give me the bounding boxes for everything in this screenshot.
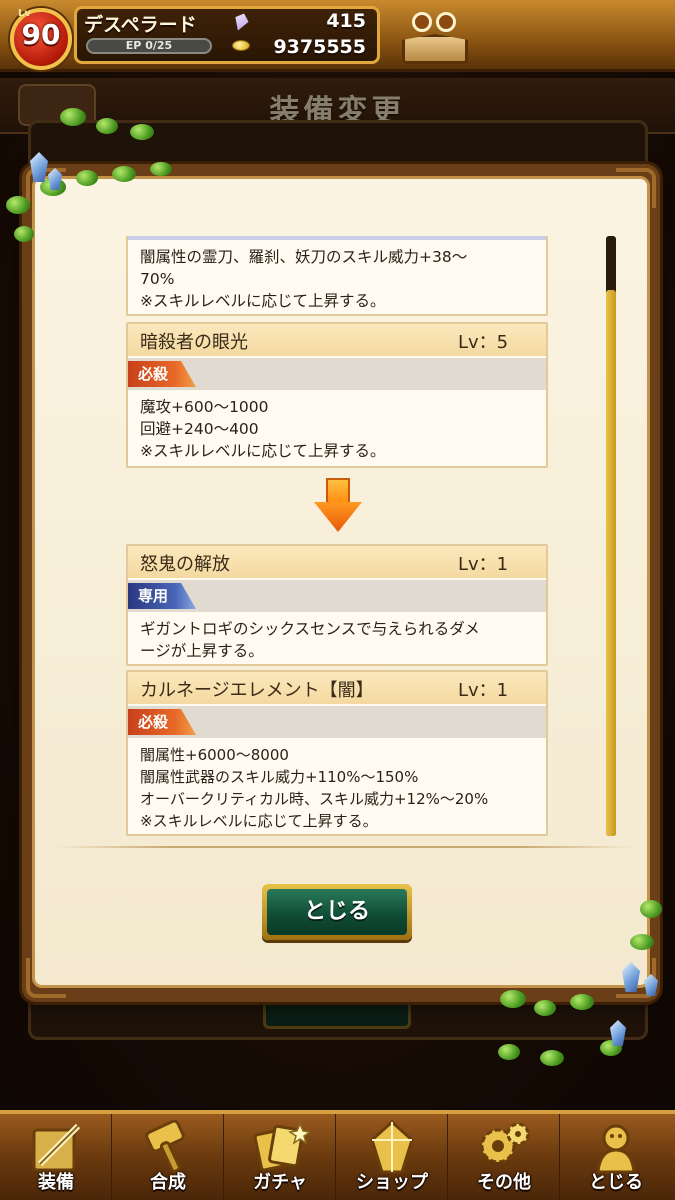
description-line: 闇属性+6000～8000	[140, 746, 289, 764]
nav-label: その他	[477, 1172, 531, 1193]
nav-label: 装備	[38, 1172, 74, 1193]
skill-description: 闇属性の霊刀、羅刹、妖刀のスキル威力+38～ 70% ※スキルレベルに応じて上昇…	[140, 246, 544, 312]
skill-card-header: カルネージエレメント【闇】 Lv：1	[128, 672, 546, 704]
friend-icon	[412, 12, 432, 32]
skill-description: ギガントロギのシックスセンスで与えられるダメ ージが上昇する。	[140, 618, 544, 662]
skill-name: 暗殺者の眼光	[140, 332, 248, 353]
level-value: 90	[21, 18, 61, 51]
card-top-strip	[128, 236, 546, 240]
book-icon	[402, 34, 468, 64]
skill-description: 闇属性+6000～8000 闇属性武器のスキル威力+110%～150% オーバー…	[140, 744, 544, 832]
nav-other[interactable]: その他	[448, 1114, 560, 1200]
nav-gacha[interactable]: ガチャ	[224, 1114, 336, 1200]
friend-icon	[436, 12, 456, 32]
divider	[56, 846, 634, 848]
skill-description: 魔攻+600～1000 回避+240～400 ※スキルレベルに応じて上昇する。	[140, 396, 544, 462]
description-line: ギガントロギのシックスセンスで与えられるダメ	[140, 620, 480, 638]
friends-button[interactable]	[400, 8, 470, 66]
gems-value: 415	[326, 10, 366, 32]
close-button-face: とじる	[267, 889, 407, 935]
description-line: 魔攻+600～1000	[140, 398, 269, 416]
skill-name: カルネージエレメント【闇】	[140, 680, 374, 701]
description-line: 闇属性の霊刀、羅刹、妖刀のスキル威力+38～	[140, 248, 468, 266]
nav-label: とじる	[589, 1172, 643, 1193]
skill-card: 暗殺者の眼光 Lv：5 必殺 魔攻+600～1000 回避+240～400 ※ス…	[126, 322, 548, 468]
description-line: 70%	[140, 270, 175, 288]
description-line: 闇属性武器のスキル威力+110%～150%	[140, 768, 419, 786]
skill-type-tag: 必殺	[128, 709, 196, 735]
skill-level: Lv：5	[458, 332, 509, 353]
description-line: ージが上昇する。	[140, 642, 264, 660]
description-line: 回避+240～400	[140, 420, 259, 438]
skill-level: Lv：1	[458, 680, 509, 701]
skill-card-header: 暗殺者の眼光 Lv：5	[128, 324, 546, 356]
scrollbar-thumb[interactable]	[606, 290, 616, 836]
skill-level: Lv：1	[458, 554, 509, 575]
gold-value: 9375555	[273, 36, 366, 58]
nav-label: ショップ	[356, 1172, 428, 1193]
nav-equipment[interactable]: 装備	[0, 1114, 112, 1200]
close-button-label: とじる	[303, 899, 370, 924]
frame-corner-ornament	[616, 168, 656, 208]
nav-label: 合成	[150, 1172, 186, 1193]
skill-card-header: 怒鬼の解放 Lv：1	[128, 546, 546, 578]
nav-label: ガチャ	[253, 1172, 307, 1193]
frame-corner-ornament	[26, 958, 66, 998]
description-line: ※スキルレベルに応じて上昇する。	[140, 292, 386, 310]
arrow-down-icon	[314, 478, 362, 532]
nav-shop[interactable]: ショップ	[336, 1114, 448, 1200]
description-line: オーバークリティカル時、スキル威力+12%～20%	[140, 790, 489, 808]
skill-tag-row: 必殺	[128, 706, 546, 738]
skill-card: 闇属性の霊刀、羅刹、妖刀のスキル威力+38～ 70% ※スキルレベルに応じて上昇…	[126, 236, 548, 316]
nav-synthesis[interactable]: 合成	[112, 1114, 224, 1200]
nav-close[interactable]: とじる	[560, 1114, 675, 1200]
description-line: ※スキルレベルに応じて上昇する。	[140, 442, 386, 460]
skill-tag-row: 専用	[128, 580, 546, 612]
skill-type-tag: 必殺	[128, 361, 196, 387]
skill-card: カルネージエレメント【闇】 Lv：1 必殺 闇属性+6000～8000 闇属性武…	[126, 670, 548, 836]
coin-icon	[232, 40, 250, 51]
skill-tag-row: 必殺	[128, 358, 546, 390]
skill-list[interactable]: 闇属性の霊刀、羅刹、妖刀のスキル威力+38～ 70% ※スキルレベルに応じて上昇…	[126, 236, 550, 836]
description-line: ※スキルレベルに応じて上昇する。	[140, 812, 378, 830]
skill-type-tag: 専用	[128, 583, 196, 609]
close-button[interactable]: とじる	[262, 884, 412, 940]
ep-value: EP 0/25	[125, 39, 173, 52]
skill-card: 怒鬼の解放 Lv：1 専用 ギガントロギのシックスセンスで与えられるダメ ージが…	[126, 544, 548, 666]
player-name: デスペラード	[84, 14, 197, 36]
skill-name: 怒鬼の解放	[140, 554, 230, 575]
